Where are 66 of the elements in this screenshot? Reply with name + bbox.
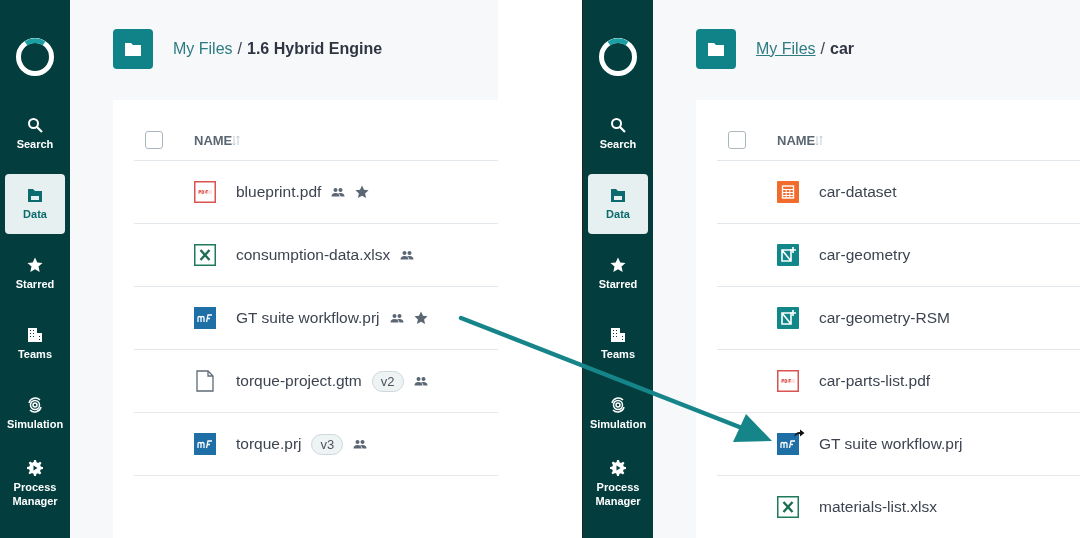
file-name[interactable]: torque-project.gtm	[236, 372, 362, 390]
nav-item[interactable]: Search	[588, 104, 648, 164]
nav-item[interactable]: Starred	[5, 244, 65, 304]
mf-file-icon	[777, 433, 799, 455]
sort-icon[interactable]	[232, 134, 241, 146]
nav-item[interactable]: Teams	[5, 314, 65, 374]
nav-item[interactable]: Process Manager	[588, 454, 648, 514]
nav-item[interactable]: Teams	[588, 314, 648, 374]
folder-title: 1.6 Hybrid Engine	[247, 40, 383, 58]
file-name[interactable]: GT suite workflow.prj	[236, 309, 380, 327]
breadcrumb-link[interactable]: My Files	[173, 40, 233, 58]
folder-tile-icon	[113, 29, 153, 69]
file-name[interactable]: car-geometry	[819, 246, 911, 264]
select-all-checkbox[interactable]	[728, 131, 746, 149]
target-cycle-icon	[27, 397, 43, 413]
nav-item[interactable]: Search	[5, 104, 65, 164]
breadcrumb-separator: /	[237, 40, 242, 58]
file-name[interactable]: car-parts-list.pdf	[819, 372, 931, 390]
sort-icon[interactable]	[815, 134, 824, 146]
nav-item[interactable]: Simulation	[588, 384, 648, 444]
folder-icon	[610, 187, 626, 203]
file-name[interactable]: materials-list.xlsx	[819, 498, 937, 516]
mf-file-icon	[194, 307, 216, 329]
select-all-checkbox[interactable]	[145, 131, 163, 149]
pdf-file-icon	[777, 370, 799, 392]
version-tag: v2	[371, 370, 404, 392]
folder-title: car	[830, 40, 855, 58]
file-name[interactable]: GT suite workflow.prj	[819, 435, 963, 453]
nav-item[interactable]: Process Manager	[5, 454, 65, 514]
building-icon	[27, 327, 43, 343]
nav-item[interactable]: Starred	[588, 244, 648, 304]
pdf-file-icon	[194, 181, 216, 203]
table-file-icon	[777, 181, 799, 203]
file-name[interactable]: car-geometry-RSM	[819, 309, 950, 327]
folder-tile-icon	[696, 29, 736, 69]
building-icon	[610, 327, 626, 343]
document-icon	[194, 370, 216, 392]
nav-item[interactable]: Data	[588, 174, 648, 234]
search-icon	[610, 117, 626, 133]
folder-icon	[27, 187, 43, 203]
gear-icon	[610, 460, 626, 476]
breadcrumb-link[interactable]: My Files	[756, 40, 816, 58]
geometry-file-icon	[777, 244, 799, 266]
column-header[interactable]: NAME	[194, 132, 233, 148]
star-icon[interactable]	[413, 311, 428, 325]
nav-item[interactable]: Simulation	[5, 384, 65, 444]
file-name[interactable]: consumption-data.xlsx	[236, 246, 391, 264]
gear-icon	[27, 460, 43, 476]
geometry-file-icon	[777, 307, 799, 329]
file-name[interactable]: blueprint.pdf	[236, 183, 322, 201]
column-header[interactable]: NAME	[777, 132, 816, 148]
spreadsheet-file-icon	[194, 244, 216, 266]
breadcrumb-separator: /	[820, 40, 825, 58]
mf-file-icon	[194, 433, 216, 455]
logo-ring-icon	[598, 37, 638, 77]
file-name[interactable]: torque.prj	[236, 435, 302, 453]
spreadsheet-file-icon	[777, 496, 799, 518]
file-name[interactable]: car-dataset	[819, 183, 897, 201]
star-icon[interactable]	[355, 185, 370, 199]
search-icon	[27, 117, 43, 133]
star-icon	[610, 257, 626, 273]
star-icon	[27, 257, 43, 273]
version-tag: v3	[311, 433, 344, 455]
logo-ring-icon	[15, 37, 55, 77]
target-cycle-icon	[610, 397, 626, 413]
nav-item[interactable]: Data	[5, 174, 65, 234]
